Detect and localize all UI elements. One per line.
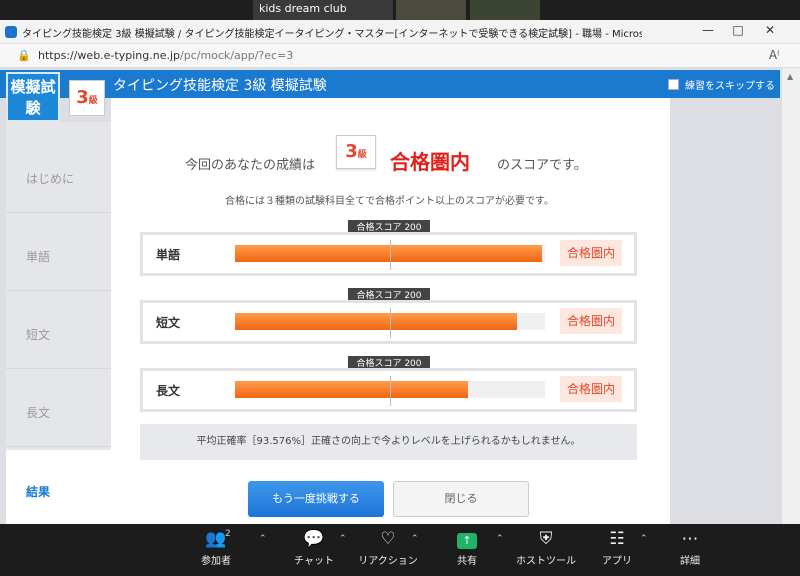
chevron-up-icon[interactable]: ⌃ xyxy=(411,534,419,544)
checkbox-icon[interactable] xyxy=(668,79,679,90)
pass-line xyxy=(390,376,391,406)
participant-video-tile[interactable]: kids dream club xyxy=(253,0,393,20)
minimize-icon[interactable]: — xyxy=(694,23,722,37)
accuracy-message: 平均正確率［93.576%］正確さの向上で今よりレベルを上げられるかもしれません… xyxy=(140,424,637,460)
score-bar-fill xyxy=(235,381,468,398)
retry-button[interactable]: もう一度挑戦する xyxy=(248,481,384,517)
result-suffix-text: のスコアです。 xyxy=(497,158,587,173)
result-intro-text: 今回のあなたの成績は xyxy=(185,158,316,173)
chevron-up-icon[interactable]: ⌃ xyxy=(339,534,347,544)
participant-count: 2 xyxy=(225,529,231,539)
sidebar-item-intro[interactable]: はじめに xyxy=(6,135,111,213)
result-status: 合格圏内 xyxy=(390,150,470,174)
chevron-up-icon[interactable]: ⌃ xyxy=(640,534,648,544)
toolbar-label: 詳細 xyxy=(680,556,700,567)
shield-icon: ⛨ xyxy=(539,529,553,549)
pass-requirement-note: 合格には３種類の試験科目全てで合格ポイント以上のスコアが必要です。 xyxy=(225,196,554,207)
pass-line xyxy=(390,308,391,338)
grade-suffix: 級 xyxy=(88,96,98,106)
grade-badge: 3級 xyxy=(69,80,105,116)
score-bar-fill xyxy=(235,313,518,330)
toolbar-label: チャット xyxy=(294,556,334,567)
toolbar-label: リアクション xyxy=(358,556,418,567)
url-field[interactable]: https://web.e-typing.ne.jp/pc/mock/app/?… xyxy=(38,49,293,62)
edge-logo-icon xyxy=(5,26,17,38)
toolbar-label: アプリ xyxy=(602,556,632,567)
participants-button[interactable]: 👥 2 参加者 ⌃ xyxy=(181,526,267,572)
more-icon: ⋯ xyxy=(681,529,699,549)
host-tools-button[interactable]: ⛨ ホストツール xyxy=(511,526,581,572)
right-margin xyxy=(670,98,780,524)
chevron-up-icon[interactable]: ⌃ xyxy=(259,534,267,544)
participant-name: kids dream club xyxy=(259,2,347,15)
reader-icon[interactable]: A⁽ xyxy=(769,48,780,62)
score-row-words: 単語 合格圏内 xyxy=(140,232,637,276)
pass-status-badge: 合格圏内 xyxy=(560,308,622,334)
window-title: タイピング技能検定 3級 模擬試験 / タイピング技能検定イータイピング・マスタ… xyxy=(22,29,642,40)
sidebar-item-label: 単語 xyxy=(26,249,51,264)
pass-status-badge: 合格圏内 xyxy=(560,240,622,266)
url-host: https://web.e-typing.ne.jp xyxy=(38,49,180,62)
score-row-short-text: 短文 合格圏内 xyxy=(140,300,637,344)
share-button[interactable]: ↑ 共有 ⌃ xyxy=(432,526,504,572)
page-title: タイピング技能検定 3級 模擬試験 xyxy=(113,78,327,94)
participant-video-thumbnail[interactable] xyxy=(396,0,466,20)
score-bar-track xyxy=(235,376,545,406)
chevron-up-icon[interactable]: ⌃ xyxy=(496,534,504,544)
result-grade-badge: 3級 xyxy=(336,135,376,169)
score-bar-track xyxy=(235,240,545,270)
mock-exam-logo: 模擬試験 xyxy=(6,72,60,122)
score-bar-fill xyxy=(235,245,542,262)
apps-button[interactable]: ☷ アプリ ⌃ xyxy=(582,526,652,572)
scroll-up-icon[interactable]: ▲ xyxy=(787,72,793,81)
browser-title-bar: タイピング技能検定 3級 模擬試験 / タイピング技能検定イータイピング・マスタ… xyxy=(0,20,800,44)
url-path: /pc/mock/app/?ec=3 xyxy=(180,49,294,62)
maximize-icon[interactable]: □ xyxy=(724,23,752,37)
toolbar-label: 参加者 xyxy=(201,556,231,567)
score-row-label: 短文 xyxy=(156,316,181,330)
sidebar-item-short-text[interactable]: 短文 xyxy=(6,291,111,369)
participants-icon: 👥 xyxy=(205,529,227,549)
participant-video-thumbnail[interactable] xyxy=(470,0,540,20)
score-row-label: 単語 xyxy=(156,248,181,262)
score-row-label: 長文 xyxy=(156,384,181,398)
sidebar-item-words[interactable]: 単語 xyxy=(6,213,111,291)
score-row-long-text: 長文 合格圏内 xyxy=(140,368,637,412)
reactions-button[interactable]: ♡ リアクション ⌃ xyxy=(353,526,423,572)
chat-button[interactable]: 💬 チャット ⌃ xyxy=(279,526,349,572)
sidebar-item-label: はじめに xyxy=(26,171,75,186)
toolbar-label: 共有 xyxy=(457,556,477,567)
result-grade-suffix: 級 xyxy=(357,150,367,160)
sidebar-item-label: 結果 xyxy=(26,485,51,500)
sidebar-item-result[interactable]: 結果 xyxy=(6,450,111,524)
sidebar-item-long-text[interactable]: 長文 xyxy=(6,369,111,447)
grade-number: 3 xyxy=(76,87,89,108)
more-button[interactable]: ⋯ 詳細 xyxy=(655,526,725,572)
pass-status-badge: 合格圏内 xyxy=(560,376,622,402)
share-icon: ↑ xyxy=(432,526,502,552)
page-scrollbar[interactable]: ▲ xyxy=(781,68,800,524)
sidebar-item-label: 短文 xyxy=(26,327,51,342)
skip-label: 練習をスキップする xyxy=(685,81,775,92)
result-grade-number: 3 xyxy=(345,141,358,162)
close-icon[interactable]: ✕ xyxy=(756,23,784,37)
score-bar-track xyxy=(235,308,545,338)
address-bar[interactable]: 🔒 https://web.e-typing.ne.jp/pc/mock/app… xyxy=(0,44,800,68)
close-button[interactable]: 閉じる xyxy=(393,481,529,517)
skip-practice-checkbox[interactable]: 練習をスキップする xyxy=(668,77,775,92)
sidebar-item-label: 長文 xyxy=(26,405,51,420)
toolbar-label: ホストツール xyxy=(516,556,576,567)
lock-icon[interactable]: 🔒 xyxy=(17,49,31,62)
pass-line xyxy=(390,240,391,270)
